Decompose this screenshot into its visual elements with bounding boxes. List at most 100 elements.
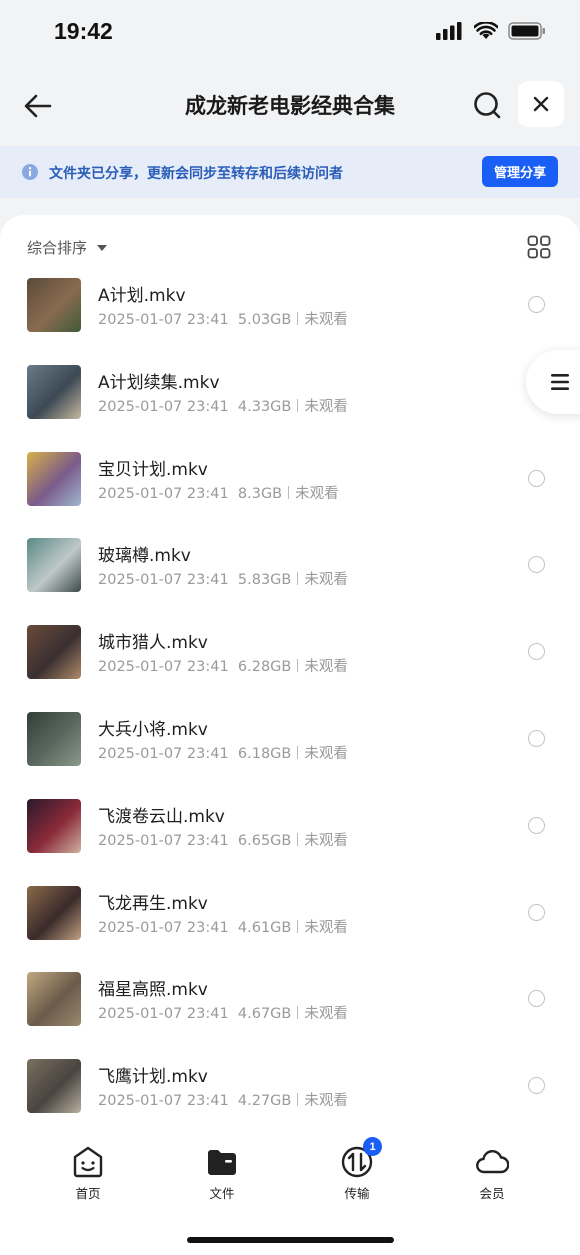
watch-status: 未观看	[304, 832, 348, 849]
file-row[interactable]: A计划.mkv 2025-01-07 23:41 5.03GB 未观看	[0, 278, 580, 364]
file-row[interactable]: 宝贝计划.mkv 2025-01-07 23:41 8.3GB 未观看	[0, 451, 580, 538]
tab-files-label: 文件	[209, 1186, 235, 1201]
sort-dropdown[interactable]: 综合排序	[27, 237, 108, 258]
file-name: 玻璃樽.mkv	[98, 546, 191, 567]
divider	[288, 485, 290, 499]
file-meta: 2025-01-07 23:41 8.3GB 未观看	[98, 482, 339, 503]
close-button[interactable]	[518, 81, 564, 127]
caret-down-icon	[97, 244, 108, 251]
file-meta: 2025-01-07 23:41 4.27GB 未观看	[98, 1089, 348, 1110]
file-date: 2025-01-07 23:41	[98, 746, 229, 762]
file-size: 5.83GB	[237, 572, 292, 589]
file-row[interactable]: 飞鹰计划.mkv 2025-01-07 23:41 4.27GB 未观看	[0, 1059, 580, 1145]
file-size: 8.3GB	[237, 485, 283, 502]
divider	[297, 1006, 299, 1020]
file-row[interactable]: 城市猎人.mkv 2025-01-07 23:41 6.28GB 未观看	[0, 625, 580, 711]
video-thumbnail	[27, 798, 81, 853]
tab-vip-label: 会员	[479, 1186, 505, 1201]
wifi-icon	[474, 22, 498, 39]
file-size: 4.61GB	[237, 919, 292, 936]
home-indicator	[187, 1237, 394, 1243]
file-size: 5.03GB	[237, 312, 292, 328]
video-thumbnail	[27, 625, 81, 680]
file-row[interactable]: 大兵小将.mkv 2025-01-07 23:41 6.18GB 未观看	[0, 712, 580, 798]
divider	[297, 919, 299, 933]
select-radio[interactable]	[528, 816, 545, 834]
file-size: 6.18GB	[237, 746, 292, 762]
file-row[interactable]: 福星高照.mkv 2025-01-07 23:41 4.67GB 未观看	[0, 972, 580, 1058]
battery-icon	[508, 22, 545, 40]
file-meta: 2025-01-07 23:41 6.18GB 未观看	[98, 742, 348, 763]
file-name: A计划.mkv	[98, 286, 186, 306]
file-meta: 2025-01-07 23:41 4.67GB 未观看	[98, 1002, 348, 1023]
file-meta: 2025-01-07 23:41 6.65GB 未观看	[98, 829, 348, 850]
transfer-badge: 1	[363, 1137, 382, 1156]
divider	[297, 1093, 299, 1107]
file-name: 大兵小将.mkv	[98, 720, 208, 740]
tab-files[interactable]: 文件	[182, 1145, 262, 1202]
file-date: 2025-01-07 23:41	[98, 659, 229, 676]
cloud-icon	[476, 1150, 510, 1174]
folder-icon	[208, 1150, 236, 1175]
select-radio[interactable]	[528, 296, 545, 313]
file-meta: 2025-01-07 23:41 4.33GB 未观看	[98, 395, 348, 416]
file-name: A计划续集.mkv	[98, 372, 220, 393]
file-size: 4.27GB	[237, 1093, 292, 1110]
file-meta: 2025-01-07 23:41 5.03GB 未观看	[98, 308, 348, 329]
file-meta: 2025-01-07 23:41 6.28GB 未观看	[98, 655, 348, 676]
select-radio[interactable]	[528, 903, 545, 921]
select-radio[interactable]	[528, 643, 545, 661]
divider	[297, 572, 299, 586]
file-name: 飞鹰计划.mkv	[98, 1067, 208, 1088]
file-date: 2025-01-07 23:41	[98, 1006, 229, 1023]
file-name: 飞龙再生.mkv	[98, 893, 208, 914]
file-row[interactable]: 飞龙再生.mkv 2025-01-07 23:41 4.61GB 未观看	[0, 885, 580, 972]
divider	[297, 832, 299, 846]
select-radio[interactable]	[528, 469, 545, 487]
video-thumbnail	[27, 278, 81, 332]
file-name: 宝贝计划.mkv	[98, 459, 208, 480]
search-icon	[474, 92, 501, 119]
tab-vip[interactable]: 会员	[452, 1145, 532, 1202]
tab-home-label: 首页	[75, 1186, 101, 1201]
file-date: 2025-01-07 23:41	[98, 398, 229, 415]
video-thumbnail	[27, 364, 81, 419]
divider	[297, 746, 299, 759]
file-meta: 2025-01-07 23:41 5.83GB 未观看	[98, 568, 348, 589]
select-radio[interactable]	[528, 730, 545, 747]
divider	[297, 312, 299, 325]
video-thumbnail	[27, 972, 81, 1027]
share-banner-text: 文件夹已分享，更新会同步至转存和后续访问者	[49, 166, 343, 182]
file-size: 6.65GB	[237, 832, 292, 849]
file-row[interactable]: 飞渡卷云山.mkv 2025-01-07 23:41 6.65GB 未观看	[0, 798, 580, 885]
file-date: 2025-01-07 23:41	[98, 1093, 229, 1110]
search-button[interactable]	[468, 86, 506, 124]
video-thumbnail	[27, 1059, 81, 1114]
file-date: 2025-01-07 23:41	[98, 312, 229, 328]
status-icons	[436, 22, 546, 40]
divider	[297, 659, 299, 673]
divider	[297, 398, 299, 412]
file-size: 4.67GB	[237, 1006, 292, 1023]
watch-status: 未观看	[304, 1093, 348, 1110]
select-radio[interactable]	[528, 1077, 545, 1095]
file-size: 4.33GB	[237, 398, 292, 415]
tab-transfer-label: 传输	[344, 1186, 370, 1201]
smile-face-icon	[73, 1146, 103, 1178]
tab-bar: 首页 文件 1 传输 会员	[0, 1135, 580, 1215]
file-row[interactable]: A计划续集.mkv 2025-01-07 23:41 4.33GB 未观看	[0, 364, 580, 451]
select-radio[interactable]	[528, 556, 545, 574]
header: 成龙新老电影经典合集	[0, 70, 580, 140]
tab-transfer[interactable]: 1 传输	[317, 1137, 397, 1202]
tab-home[interactable]: 首页	[48, 1145, 128, 1202]
watch-status: 未观看	[304, 919, 348, 936]
grid-view-icon[interactable]	[527, 235, 551, 259]
manage-share-button[interactable]: 管理分享	[482, 156, 558, 187]
file-row[interactable]: 玻璃樽.mkv 2025-01-07 23:41 5.83GB 未观看	[0, 538, 580, 624]
file-meta: 2025-01-07 23:41 4.61GB 未观看	[98, 916, 348, 937]
video-thumbnail	[27, 712, 81, 766]
signal-icon	[436, 22, 462, 40]
watch-status: 未观看	[304, 659, 348, 676]
video-thumbnail	[27, 885, 81, 940]
select-radio[interactable]	[528, 990, 545, 1008]
